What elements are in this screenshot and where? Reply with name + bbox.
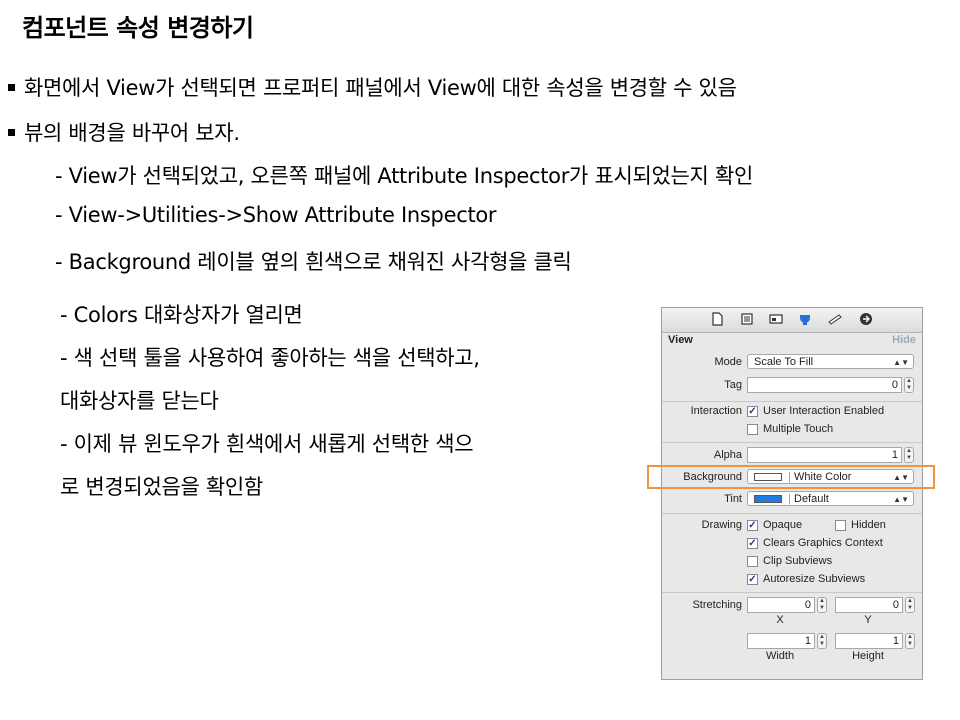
clip-subviews-checkbox[interactable] — [747, 556, 758, 567]
alpha-stepper[interactable]: ▲ ▼ — [904, 447, 914, 463]
divider — [662, 592, 922, 593]
bullet-line-1: 화면에서 View가 선택되면 프로퍼티 패널에서 View에 대한 속성을 변… — [8, 72, 737, 102]
left-step-2: - 색 선택 툴을 사용하여 좋아하는 색을 선택하고, — [60, 346, 480, 370]
user-interaction-label: User Interaction Enabled — [763, 405, 885, 417]
stretch-y-field[interactable]: 0 — [835, 597, 903, 613]
attribute-inspector-panel: View Hide Mode Scale To Fill ▲▼ Tag 0 ▲ ▼ … — [661, 307, 923, 680]
select-divider: | — [788, 493, 791, 505]
autoresize-checkbox[interactable]: ✓ — [747, 574, 758, 585]
tag-stepper[interactable]: ▲ ▼ — [904, 377, 914, 393]
mode-value: Scale To Fill — [754, 356, 814, 368]
file-inspector-icon[interactable] — [710, 312, 724, 326]
mode-label: Mode — [714, 356, 742, 368]
divider — [662, 401, 922, 402]
bullet-text: 화면에서 View가 선택되면 프로퍼티 패널에서 View에 대한 속성을 변… — [24, 76, 737, 100]
bullet-text: 뷰의 배경을 바꾸어 보자. — [24, 121, 240, 145]
y-caption: Y — [864, 614, 872, 626]
left-step-4: - 이제 뷰 윈도우가 흰색에서 새롭게 선택한 색으 — [60, 432, 474, 456]
bullet-square-icon — [8, 83, 15, 91]
alpha-field[interactable]: 1 — [747, 447, 902, 463]
connections-inspector-icon[interactable] — [859, 312, 873, 326]
alpha-label: Alpha — [713, 449, 742, 461]
drawing-label: Drawing — [701, 519, 742, 531]
hidden-checkbox[interactable] — [835, 520, 846, 531]
hidden-label: Hidden — [851, 519, 886, 531]
tint-color-swatch[interactable] — [754, 495, 782, 503]
stretch-width-field[interactable]: 1 — [747, 633, 815, 649]
bullet-square-icon — [8, 128, 15, 136]
updown-arrow-icon: ▲▼ — [893, 358, 909, 367]
x-caption: X — [776, 614, 784, 626]
tag-field[interactable]: 0 — [747, 377, 902, 393]
identity-inspector-icon[interactable] — [769, 312, 783, 326]
width-caption: Width — [765, 650, 795, 662]
tint-color-select[interactable]: | Default ▲▼ — [747, 491, 914, 506]
divider — [662, 513, 922, 514]
updown-arrow-icon: ▲▼ — [893, 495, 909, 504]
left-step-3: 대화상자를 닫는다 — [60, 389, 219, 413]
attributes-inspector-icon[interactable] — [798, 312, 812, 326]
clears-graphics-checkbox[interactable]: ✓ — [747, 538, 758, 549]
tint-value: Default — [794, 493, 829, 505]
slide-title: 컴포넌트 속성 변경하기 — [22, 14, 254, 42]
stretch-x-field[interactable]: 0 — [747, 597, 815, 613]
multiple-touch-checkbox[interactable] — [747, 424, 758, 435]
autoresize-label: Autoresize Subviews — [763, 573, 866, 585]
left-step-1: - Colors 대화상자가 열리면 — [60, 303, 303, 327]
step-line-1: - View가 선택되었고, 오른쪽 패널에 Attribute Inspect… — [55, 164, 753, 188]
size-inspector-icon[interactable] — [828, 312, 842, 326]
opaque-checkbox[interactable]: ✓ — [747, 520, 758, 531]
multiple-touch-label: Multiple Touch — [763, 423, 834, 435]
inspector-tab-bar — [662, 308, 922, 333]
tint-label: Tint — [724, 493, 742, 505]
step-line-2: - View->Utilities->Show Attribute Inspec… — [55, 203, 497, 227]
left-step-5: 로 변경되었음을 확인함 — [60, 475, 263, 499]
mode-select[interactable]: Scale To Fill ▲▼ — [747, 354, 914, 369]
stretching-label: Stretching — [692, 599, 742, 611]
bullet-line-2: 뷰의 배경을 바꾸어 보자. — [8, 117, 240, 147]
stretch-y-stepper[interactable]: ▲ ▼ — [905, 597, 915, 613]
view-section-header: View — [668, 334, 693, 346]
divider — [662, 442, 922, 443]
quick-help-icon[interactable] — [740, 312, 754, 326]
stretch-x-stepper[interactable]: ▲ ▼ — [817, 597, 827, 613]
stretch-height-field[interactable]: 1 — [835, 633, 903, 649]
height-caption: Height — [852, 650, 884, 662]
hide-link[interactable]: Hide — [892, 334, 916, 346]
stretch-width-stepper[interactable]: ▲ ▼ — [817, 633, 827, 649]
opaque-label: Opaque — [763, 519, 803, 531]
interaction-label: Interaction — [690, 405, 742, 417]
tag-label: Tag — [724, 379, 742, 391]
user-interaction-checkbox[interactable]: ✓ — [747, 406, 758, 417]
step-line-3: - Background 레이블 옆의 흰색으로 채워진 사각형을 클릭 — [55, 250, 572, 274]
clip-subviews-label: Clip Subviews — [763, 555, 833, 567]
stretch-height-stepper[interactable]: ▲ ▼ — [905, 633, 915, 649]
clears-graphics-label: Clears Graphics Context — [763, 537, 883, 549]
background-highlight-box — [647, 465, 935, 489]
